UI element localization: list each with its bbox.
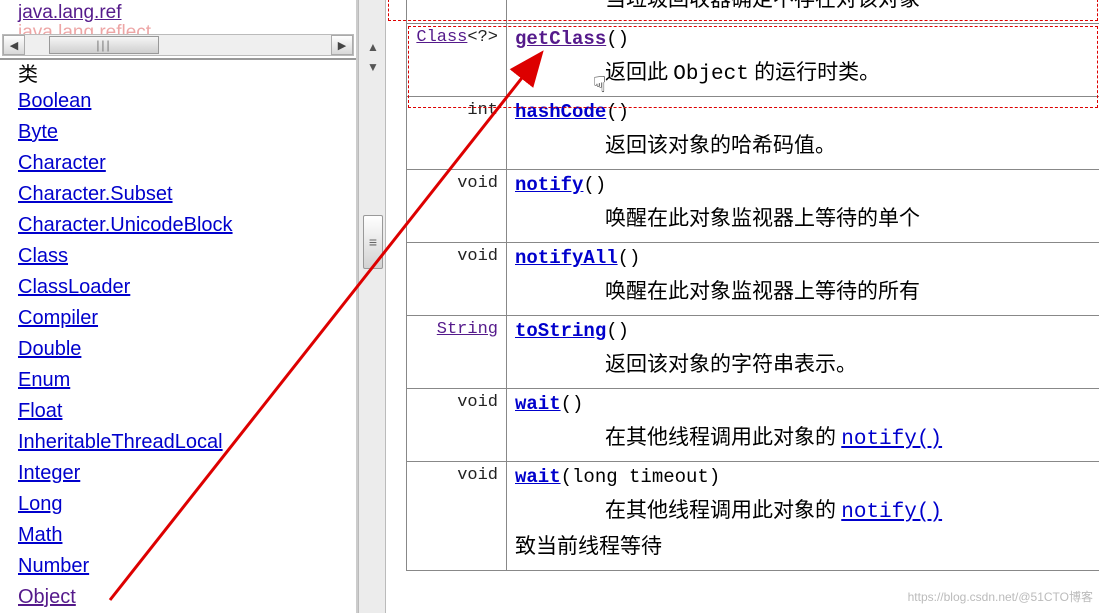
return-type-link[interactable]: Class — [416, 28, 467, 47]
method-cell: 当垃圾回收器确定不存在对该对象 — [507, 0, 1099, 24]
method-link-getclass[interactable]: getClass — [515, 28, 606, 50]
method-description: 在其他线程调用此对象的 notify() — [515, 494, 1099, 524]
method-link-hashcode[interactable]: hashCode — [515, 101, 606, 123]
method-description-extra: 致当前线程等待 — [515, 530, 1099, 560]
method-cell: notify()唤醒在此对象监视器上等待的单个 — [507, 170, 1099, 243]
method-link-wait[interactable]: wait — [515, 393, 561, 415]
desc-notify-link[interactable]: notify() — [841, 501, 942, 524]
return-type-cell: void — [407, 0, 507, 24]
method-description: 返回该对象的字符串表示。 — [515, 348, 1099, 378]
method-cell: wait()在其他线程调用此对象的 notify() — [507, 389, 1099, 462]
package-link-ref[interactable]: java.lang.ref — [18, 2, 122, 24]
watermark: https://blog.csdn.net/@51CTO博客 — [908, 588, 1093, 605]
vertical-divider[interactable]: ▲ ▼ ≡ — [358, 0, 386, 613]
method-description: 当垃圾回收器确定不存在对该对象 — [515, 0, 1099, 13]
method-cell: getClass()返回此 Object 的运行时类。 — [507, 24, 1099, 97]
class-link-number[interactable]: Number — [18, 551, 356, 582]
method-cell: toString()返回该对象的字符串表示。 — [507, 316, 1099, 389]
class-link-class[interactable]: Class — [18, 241, 356, 272]
method-cell: wait(long timeout)在其他线程调用此对象的 notify()致当… — [507, 462, 1099, 571]
section-header: 类 — [18, 64, 356, 86]
return-type-cell: Class<?> — [407, 24, 507, 97]
method-description: 返回该对象的哈希码值。 — [515, 129, 1099, 159]
method-link-notify[interactable]: notify — [515, 174, 583, 196]
scroll-thumb[interactable]: ||| — [49, 36, 159, 54]
return-type-cell: String — [407, 316, 507, 389]
class-link-enum[interactable]: Enum — [18, 365, 356, 396]
package-list-area: java.lang.ref java.lang.reflect ◀ ||| ▶ — [0, 0, 356, 60]
return-type-cell: void — [407, 170, 507, 243]
method-cell: hashCode()返回该对象的哈希码值。 — [507, 97, 1099, 170]
return-type-cell: void — [407, 389, 507, 462]
class-link-compiler[interactable]: Compiler — [18, 303, 356, 334]
method-description: 返回此 Object 的运行时类。 — [515, 56, 1099, 86]
method-summary-table: void 当垃圾回收器确定不存在对该对象 Class<?>getClass()返回此… — [406, 0, 1099, 571]
scroll-track[interactable]: ||| — [25, 35, 331, 55]
table-row: void 当垃圾回收器确定不存在对该对象 — [407, 0, 1099, 24]
table-row: String toString()返回该对象的字符串表示。 — [407, 316, 1099, 389]
table-row: voidwait(long timeout)在其他线程调用此对象的 notify… — [407, 462, 1099, 571]
class-link-character-subset[interactable]: Character.Subset — [18, 179, 356, 210]
horizontal-scrollbar[interactable]: ◀ ||| ▶ — [2, 34, 354, 56]
method-description: 唤醒在此对象监视器上等待的单个 — [515, 202, 1099, 232]
left-pane: java.lang.ref java.lang.reflect ◀ ||| ▶ … — [0, 0, 358, 613]
right-pane: void 当垃圾回收器确定不存在对该对象 Class<?>getClass()返回此… — [386, 0, 1099, 613]
return-type-link[interactable]: String — [437, 320, 498, 339]
class-link-character-unicodeblock[interactable]: Character.UnicodeBlock — [18, 210, 356, 241]
divider-up-icon[interactable]: ▲ — [365, 40, 381, 54]
class-link-float[interactable]: Float — [18, 396, 356, 427]
method-description: 在其他线程调用此对象的 notify() — [515, 421, 1099, 451]
method-cell: notifyAll()唤醒在此对象监视器上等待的所有 — [507, 243, 1099, 316]
class-link-character[interactable]: Character — [18, 148, 356, 179]
table-row: voidnotify()唤醒在此对象监视器上等待的单个 — [407, 170, 1099, 243]
table-row: inthashCode()返回该对象的哈希码值。 — [407, 97, 1099, 170]
return-type-cell: int — [407, 97, 507, 170]
return-type-cell: void — [407, 462, 507, 571]
table-row: voidnotifyAll()唤醒在此对象监视器上等待的所有 — [407, 243, 1099, 316]
class-link-double[interactable]: Double — [18, 334, 356, 365]
class-link-object[interactable]: Object — [18, 582, 356, 613]
class-link-byte[interactable]: Byte — [18, 117, 356, 148]
method-link-wait[interactable]: wait — [515, 466, 561, 488]
scroll-right-button[interactable]: ▶ — [331, 35, 353, 55]
table-row: Class<?>getClass()返回此 Object 的运行时类。 — [407, 24, 1099, 97]
return-type-cell: void — [407, 243, 507, 316]
divider-down-icon[interactable]: ▼ — [365, 60, 381, 74]
table-row: voidwait()在其他线程调用此对象的 notify() — [407, 389, 1099, 462]
method-description: 唤醒在此对象监视器上等待的所有 — [515, 275, 1099, 305]
divider-grip-icon[interactable]: ≡ — [363, 215, 383, 269]
class-link-classloader[interactable]: ClassLoader — [18, 272, 356, 303]
class-link-long[interactable]: Long — [18, 489, 356, 520]
class-link-inheritablethreadlocal[interactable]: InheritableThreadLocal — [18, 427, 356, 458]
class-link-math[interactable]: Math — [18, 520, 356, 551]
class-link-boolean[interactable]: Boolean — [18, 86, 356, 117]
scroll-left-button[interactable]: ◀ — [3, 35, 25, 55]
class-list: 类 BooleanByteCharacterCharacter.SubsetCh… — [0, 60, 356, 613]
method-link-tostring[interactable]: toString — [515, 320, 606, 342]
desc-notify-link[interactable]: notify() — [841, 428, 942, 451]
class-link-integer[interactable]: Integer — [18, 458, 356, 489]
method-link-notifyall[interactable]: notifyAll — [515, 247, 618, 269]
